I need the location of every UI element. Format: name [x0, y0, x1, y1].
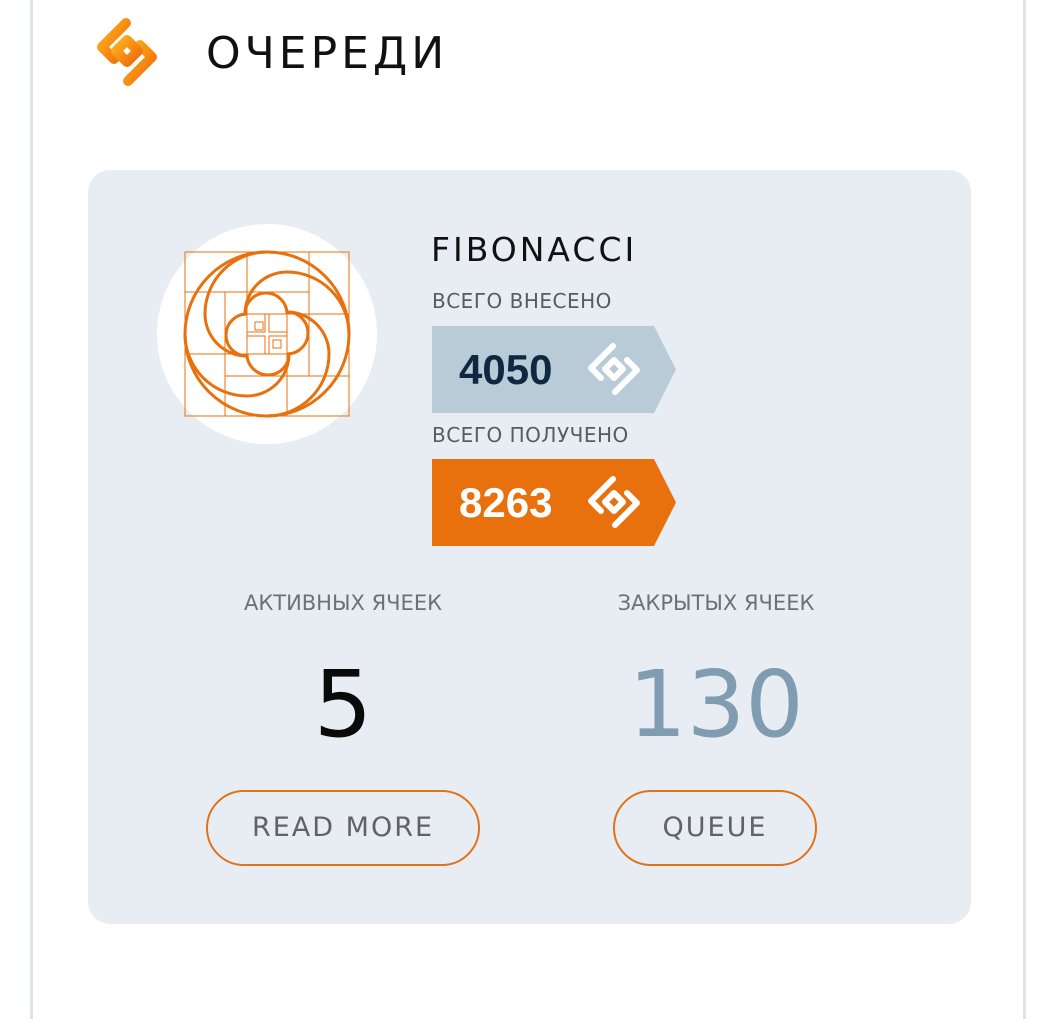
total-received-label: ВСЕГО ПОЛУЧЕНО — [432, 423, 629, 447]
token-icon — [588, 343, 640, 395]
total-contributed-value: 4050 — [459, 346, 553, 393]
total-received-badge: 8263 — [432, 459, 676, 546]
total-contributed-badge: 4050 — [432, 326, 676, 413]
total-received-value: 8263 — [459, 479, 553, 526]
active-cells-label: АКТИВНЫХ ЯЧЕЕК — [243, 591, 443, 615]
total-contributed-label: ВСЕГО ВНЕСЕНО — [432, 289, 612, 313]
read-more-button[interactable]: READ MORE — [206, 790, 480, 866]
queue-avatar — [157, 224, 377, 444]
closed-cells-label: ЗАКРЫТЫХ ЯЧЕЕК — [617, 591, 815, 615]
closed-cells-count: 130 — [628, 651, 804, 758]
diamond-logo-icon — [86, 15, 168, 89]
page-title: ОЧЕРЕДИ — [206, 28, 449, 79]
active-cells-count: 5 — [313, 651, 373, 758]
fibonacci-spiral-icon — [183, 250, 351, 418]
token-icon — [588, 476, 640, 528]
queue-name: FIBONACCI — [431, 230, 638, 269]
queue-button[interactable]: QUEUE — [613, 790, 817, 866]
